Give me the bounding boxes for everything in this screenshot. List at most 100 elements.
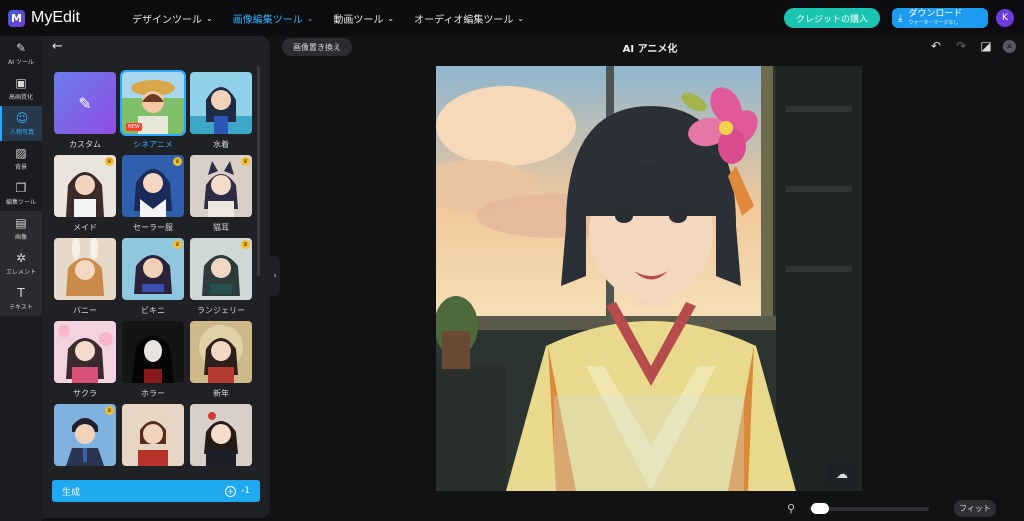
- image-enhance-icon: ▣: [15, 75, 27, 90]
- cloud-save-button[interactable]: ☁: [826, 461, 858, 487]
- nav-audio-editing-tools[interactable]: オーディオ編集ツール ⌄: [414, 11, 524, 26]
- style-label: 新年: [213, 389, 229, 398]
- style-thumb-illustration: [54, 238, 116, 300]
- buy-credits-button[interactable]: クレジットの購入: [784, 8, 880, 28]
- portrait-icon: ☺: [15, 110, 29, 125]
- chevron-left-icon: ‹: [273, 271, 277, 281]
- style-thumb-illustration: [54, 321, 116, 383]
- rail-item-image[interactable]: ▤ 画像: [0, 211, 42, 246]
- style-item-bunny[interactable]: バニー: [54, 238, 116, 316]
- rail-item-ai-tools[interactable]: ✎ AI ツール: [0, 36, 42, 71]
- style-item-sakura[interactable]: サクラ: [54, 321, 116, 399]
- nav-video-tools[interactable]: 動画ツール ⌄: [333, 11, 394, 26]
- style-item-maid[interactable]: ♛ メイド: [54, 155, 116, 233]
- canvas-toolbar: ↶ ↷ ◪ ✕: [919, 38, 1016, 54]
- generate-button[interactable]: 生成 + -1: [52, 480, 260, 502]
- style-item-swimsuit[interactable]: 水着: [190, 72, 252, 150]
- undo-icon[interactable]: ↶: [928, 38, 944, 54]
- style-item-kimono[interactable]: [190, 404, 252, 471]
- premium-crown-icon: ♛: [173, 157, 182, 166]
- rail-item-text[interactable]: T テキスト: [0, 281, 42, 316]
- style-thumb: [190, 72, 252, 134]
- style-item-red-dress[interactable]: [122, 404, 184, 471]
- chevron-down-icon: ⌄: [387, 13, 395, 23]
- zoom-slider[interactable]: [809, 502, 930, 514]
- text-icon: T: [17, 285, 25, 300]
- premium-crown-icon: ♛: [105, 157, 114, 166]
- download-icon: ⤓: [898, 12, 903, 24]
- canvas-title: AI アニメ化: [622, 44, 678, 55]
- style-label: バニー: [73, 306, 97, 315]
- chevron-down-icon: ⌄: [306, 13, 314, 23]
- magic-wand-icon: ✎: [78, 93, 92, 113]
- rail-item-enhance[interactable]: ▣ 高画質化: [0, 71, 42, 106]
- rail-item-edit-tools[interactable]: ❐ 編集ツール: [0, 176, 42, 211]
- style-label: セーラー服: [133, 223, 173, 232]
- download-label: ダウンロード: [908, 9, 963, 19]
- fit-button[interactable]: フィット: [954, 500, 996, 517]
- rail-item-elements[interactable]: ✲ エレメント: [0, 246, 42, 281]
- style-thumb: ✎: [54, 72, 116, 134]
- style-label: ビキニ: [141, 306, 165, 315]
- style-label: シネアニメ: [133, 140, 173, 149]
- style-item-suit[interactable]: ♛: [54, 404, 116, 471]
- image-icon: ▤: [15, 215, 27, 230]
- close-icon[interactable]: ✕: [1003, 39, 1016, 53]
- premium-crown-icon: ♛: [241, 240, 250, 249]
- style-item-lingerie[interactable]: ♛ ランジェリー: [190, 238, 252, 316]
- panel-scrollbar[interactable]: [257, 66, 260, 276]
- style-thumb: ♛: [54, 404, 116, 466]
- replace-image-button[interactable]: 画像置き換え: [282, 38, 352, 56]
- style-item-horror[interactable]: ホラー: [122, 321, 184, 399]
- style-thumb-illustration: [190, 321, 252, 383]
- redo-icon[interactable]: ↷: [953, 38, 969, 54]
- style-thumb: NEW: [120, 70, 186, 136]
- style-item-custom[interactable]: ✎ カスタム: [54, 72, 116, 150]
- nav-image-editing-tools[interactable]: 画像編集ツール ⌄: [233, 11, 314, 26]
- chevron-down-icon: ⌄: [206, 13, 213, 23]
- style-label: 水着: [213, 140, 229, 149]
- style-label: ランジェリー: [197, 306, 245, 315]
- premium-crown-icon: ♛: [173, 240, 182, 249]
- zoom-magnifier-icon[interactable]: ⚲: [787, 502, 795, 515]
- zoom-slider-handle[interactable]: [811, 502, 830, 514]
- chevron-down-icon: ⌄: [517, 13, 525, 23]
- style-thumb: [190, 321, 252, 383]
- main-nav: デザインツール ⌄ 画像編集ツール ⌄ 動画ツール ⌄ オーディオ編集ツール ⌄: [132, 11, 544, 26]
- download-sublabel: ウォーターマークなし: [908, 20, 959, 26]
- nav-design-tools[interactable]: デザインツール ⌄: [132, 11, 213, 26]
- style-item-sailor-uniform[interactable]: ♛ セーラー服: [122, 155, 184, 233]
- left-tool-rail: ✎ AI ツール ▣ 高画質化 ☺ 人物写真 ▨ 背景 ❐ 編集ツール ▤ 画像 ✲ エレメン…: [0, 36, 42, 521]
- background-icon: ▨: [15, 145, 27, 160]
- user-avatar[interactable]: K: [996, 9, 1014, 27]
- style-thumb: ♛: [190, 238, 252, 300]
- style-item-cine-anime[interactable]: NEW シネアニメ: [120, 70, 186, 150]
- elements-icon: ✲: [15, 250, 27, 265]
- style-item-new-year[interactable]: 新年: [190, 321, 252, 399]
- style-thumb: [54, 238, 116, 300]
- rail-item-portrait[interactable]: ☺ 人物写真: [0, 106, 42, 141]
- style-label: メイド: [73, 223, 97, 232]
- style-thumb-illustration: [122, 321, 184, 383]
- rail-item-background[interactable]: ▨ 背景: [0, 141, 42, 176]
- style-thumb: ♛: [122, 155, 184, 217]
- compare-icon[interactable]: ◪: [978, 38, 994, 54]
- style-thumb: [54, 321, 116, 383]
- style-item-bikini[interactable]: ♛ ビキニ: [122, 238, 184, 316]
- style-label: 猫耳: [213, 223, 229, 232]
- style-thumb: [190, 404, 252, 466]
- style-item-cat-ears[interactable]: ♛ 猫耳: [190, 155, 252, 233]
- style-thumb-illustration: [190, 404, 252, 466]
- collapse-panel-toggle[interactable]: ‹: [270, 256, 280, 296]
- generate-label: 生成: [62, 487, 81, 498]
- download-button[interactable]: ⤓ ダウンロード ウォーターマークなし: [892, 8, 988, 28]
- style-thumb: [122, 321, 184, 383]
- top-bar: M MyEdit デザインツール ⌄ 画像編集ツール ⌄ 動画ツール ⌄ オーディオ編…: [0, 0, 1024, 36]
- result-image: ☁: [436, 66, 862, 491]
- back-arrow-icon[interactable]: ←: [52, 39, 63, 54]
- premium-crown-icon: ♛: [105, 406, 114, 415]
- style-label: ホラー: [141, 389, 165, 398]
- zoom-control: ⚲: [787, 502, 930, 515]
- app-logo[interactable]: M MyEdit: [8, 9, 118, 27]
- style-label: カスタム: [69, 140, 101, 149]
